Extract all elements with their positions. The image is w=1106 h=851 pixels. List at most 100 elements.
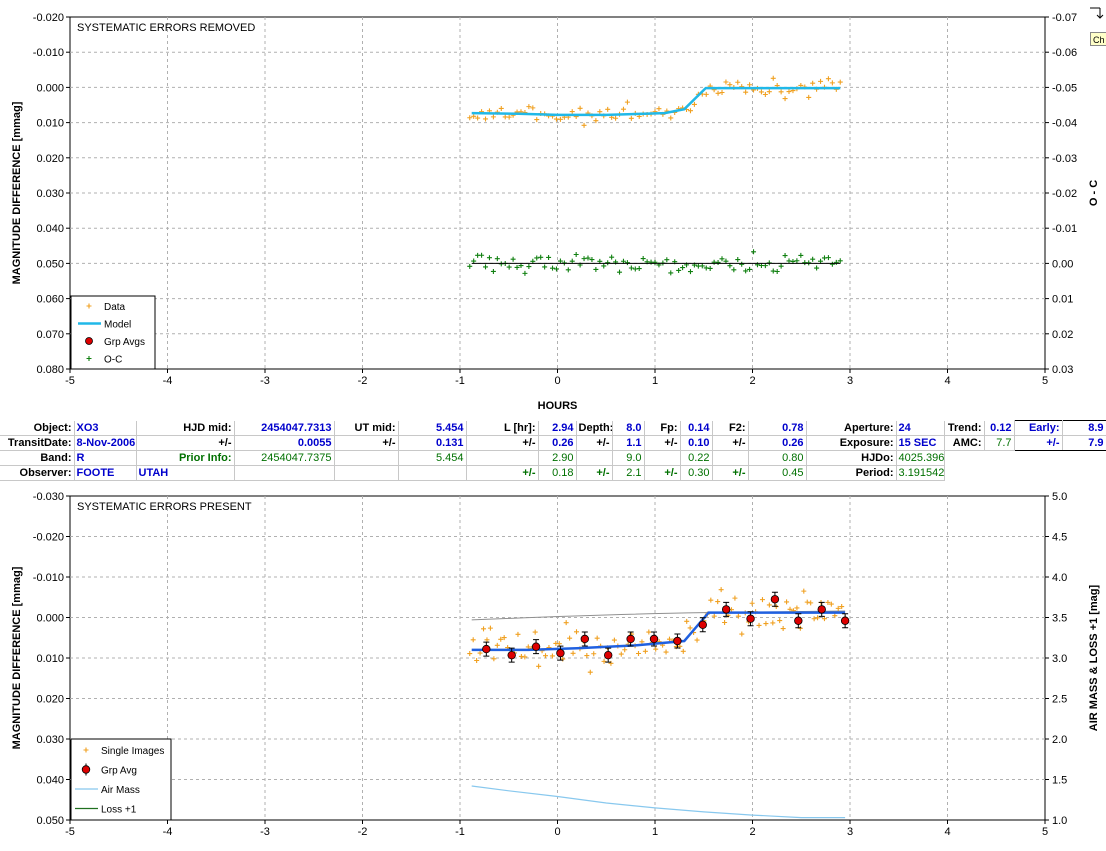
early-value: 8.9 bbox=[1062, 420, 1106, 436]
grp-avg-point bbox=[604, 650, 613, 660]
y-tick-label: 0.010 bbox=[36, 118, 64, 130]
early-err-label: +/- bbox=[1013, 435, 1063, 451]
grp-avg-point bbox=[649, 634, 659, 644]
ut-err-value: 0.131 bbox=[398, 435, 467, 451]
prior-depth-value: 9.0 bbox=[612, 450, 645, 466]
legend-label: Data bbox=[104, 302, 126, 313]
ut-mid-label: UT mid: bbox=[334, 420, 399, 436]
period-label: Period: bbox=[806, 465, 897, 481]
f2-err-label: +/- bbox=[712, 435, 749, 451]
f2-err-value: 0.45 bbox=[748, 465, 807, 481]
y-tick-label: 0.040 bbox=[36, 223, 64, 235]
x-tick-label: 0 bbox=[554, 375, 560, 387]
depth-err-value: 1.1 bbox=[612, 435, 645, 451]
table-row: Band: R Prior Info: 2454047.7375 5.454 2… bbox=[0, 450, 1106, 466]
l-err-value: 0.18 bbox=[538, 465, 577, 481]
prior-info-label: Prior Info: bbox=[136, 450, 235, 466]
f2-label: F2: bbox=[712, 420, 749, 436]
grp-avg-point bbox=[746, 614, 755, 623]
y2-tick-label: 2.0 bbox=[1052, 734, 1067, 746]
prior-l-value: 2.90 bbox=[538, 450, 577, 466]
corner-arrow-icon bbox=[1090, 7, 1104, 19]
exposure-value: 15 SEC bbox=[896, 435, 945, 451]
l-label: L [hr]: bbox=[466, 420, 539, 436]
y2-tick-label: 0.01 bbox=[1052, 294, 1073, 306]
prior-fp-value: 0.22 bbox=[680, 450, 713, 466]
x-tick-label: 2 bbox=[749, 826, 755, 838]
y-tick-label: 0.040 bbox=[36, 775, 64, 787]
x-tick-label: -3 bbox=[260, 375, 270, 387]
ut-err-label: +/- bbox=[334, 435, 399, 451]
y2-tick-label: -0.02 bbox=[1052, 188, 1077, 200]
empty-cell bbox=[234, 465, 335, 481]
depth-err-value: 2.1 bbox=[612, 465, 645, 481]
y2-tick-label: 0.02 bbox=[1052, 329, 1073, 341]
l-value: 2.94 bbox=[538, 420, 577, 436]
y-axis-label: MAGNITUDE DIFFERENCE [mmag] bbox=[11, 101, 23, 284]
chart-title: SYSTEMATIC ERRORS REMOVED bbox=[77, 22, 255, 34]
l-err-label: +/- bbox=[466, 435, 539, 451]
fp-label: Fp: bbox=[644, 420, 681, 436]
y2-tick-label: 1.5 bbox=[1052, 775, 1067, 787]
legend-label: Grp Avg bbox=[101, 766, 137, 777]
l-err-label: +/- bbox=[466, 465, 539, 481]
observer-label: Observer: bbox=[0, 465, 75, 481]
y-tick-label: 0.080 bbox=[36, 364, 64, 376]
y2-axis-label: AIR MASS & LOSS +1 [mag] bbox=[1088, 584, 1100, 731]
x-tick-label: 1 bbox=[652, 826, 658, 838]
ut-mid-value: 5.454 bbox=[398, 420, 467, 436]
amc-value: 7.7 bbox=[984, 435, 1015, 451]
empty-cell bbox=[944, 451, 1106, 466]
y-tick-label: -0.010 bbox=[33, 572, 64, 584]
empty-cell bbox=[944, 466, 1106, 481]
legend-label: Grp Avgs bbox=[104, 337, 145, 348]
grp-avg-point bbox=[817, 605, 826, 614]
depth-label: Depth: bbox=[576, 420, 613, 436]
period-value: 3.1915426 bbox=[896, 465, 945, 481]
y2-tick-label: -0.07 bbox=[1052, 12, 1077, 24]
early-label: Early: bbox=[1013, 420, 1063, 436]
x-tick-label: -1 bbox=[455, 375, 465, 387]
x-tick-label: 0 bbox=[554, 826, 560, 838]
x-tick-label: 4 bbox=[944, 826, 950, 838]
x-tick-label: 4 bbox=[944, 375, 950, 387]
y-tick-label: 0.020 bbox=[36, 153, 64, 165]
object-label: Object: bbox=[0, 420, 75, 436]
table-row: Object: XO3 HJD mid: 2454047.7313 UT mid… bbox=[0, 420, 1106, 436]
grp-avg-point bbox=[721, 605, 731, 614]
fp-err-value: 0.10 bbox=[680, 435, 713, 451]
x-tick-label: -2 bbox=[358, 826, 368, 838]
table-row: TransitDate: 8-Nov-2006 +/- 0.0055 +/- 0… bbox=[0, 435, 1106, 451]
y-tick-label: 0.030 bbox=[36, 734, 64, 746]
y-tick-label: 0.050 bbox=[36, 815, 64, 827]
y2-tick-label: -0.06 bbox=[1052, 47, 1077, 59]
aperture-value: 24 bbox=[896, 420, 945, 436]
parameters-table: Object: XO3 HJD mid: 2454047.7313 UT mid… bbox=[0, 420, 1106, 481]
x-tick-label: -2 bbox=[358, 375, 368, 387]
y2-tick-label: -0.04 bbox=[1052, 118, 1077, 130]
y2-tick-label: -0.05 bbox=[1052, 82, 1077, 94]
grp-avg-point bbox=[556, 648, 565, 658]
x-tick-label: -4 bbox=[163, 826, 173, 838]
depth-err-label: +/- bbox=[576, 435, 613, 451]
x-tick-label: 5 bbox=[1042, 375, 1048, 387]
y2-tick-label: 2.5 bbox=[1052, 694, 1067, 706]
chart-tooltip-tab[interactable]: Ch bbox=[1090, 32, 1106, 46]
y-tick-label: -0.030 bbox=[33, 491, 64, 503]
grp-avg-point bbox=[770, 595, 780, 604]
trend-value: 0.12 bbox=[984, 420, 1015, 436]
table-row: Observer: FOOTE UTAH +/- 0.18 +/- 2.1 +/… bbox=[0, 465, 1106, 481]
x-tick-label: -5 bbox=[65, 375, 75, 387]
y2-tick-label: 1.0 bbox=[1052, 815, 1067, 827]
x-tick-label: -4 bbox=[163, 375, 173, 387]
x-tick-label: 2 bbox=[749, 375, 755, 387]
grp-avg-point bbox=[698, 620, 707, 629]
y-tick-label: 0.030 bbox=[36, 188, 64, 200]
fp-value: 0.14 bbox=[680, 420, 713, 436]
grp-avg-point bbox=[507, 650, 516, 660]
fp-err-value: 0.30 bbox=[680, 465, 713, 481]
y-tick-label: 0.050 bbox=[36, 258, 64, 270]
hjd-err-value: 0.0055 bbox=[234, 435, 335, 451]
exposure-label: Exposure: bbox=[806, 435, 897, 451]
empty-cell bbox=[644, 450, 681, 466]
